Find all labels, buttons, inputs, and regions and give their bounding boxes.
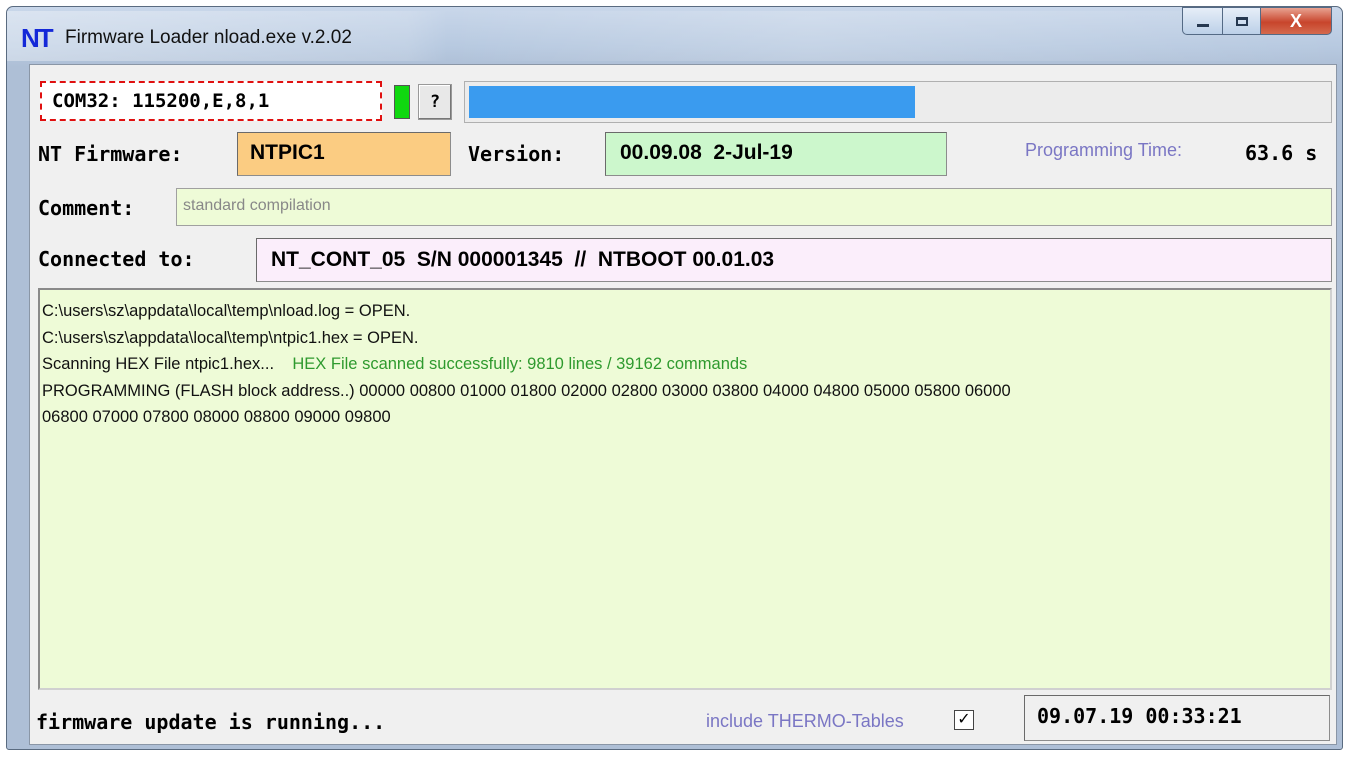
caption-buttons: X: [1182, 7, 1332, 35]
scan-success-text: HEX File scanned successfully: 9810 line…: [292, 355, 748, 373]
status-text: firmware update is running...: [36, 710, 386, 734]
programming-time-value: 63.6 s: [1245, 141, 1318, 165]
maximize-icon: [1235, 16, 1248, 26]
datetime-display: 09.07.19 00:33:21: [1024, 695, 1330, 741]
app-logo-icon: NT: [21, 23, 54, 53]
port-settings[interactable]: COM32: 115200,E,8,1: [40, 81, 382, 121]
client-area: COM32: 115200,E,8,1 ? NT Firmware: NTPIC…: [29, 64, 1337, 745]
progress-bar: [464, 81, 1332, 123]
log-line: Scanning HEX File ntpic1.hex... HEX File…: [42, 355, 748, 373]
connection-led-icon: [394, 85, 410, 119]
connected-to-label: Connected to:: [38, 247, 195, 271]
app-window: NT Firmware Loader nload.exe v.2.02 X CO…: [6, 6, 1343, 750]
log-line: C:\users\sz\appdata\local\temp\ntpic1.he…: [42, 328, 419, 347]
version-label: Version:: [468, 142, 565, 166]
firmware-field: NTPIC1: [237, 132, 451, 176]
minimize-button[interactable]: [1182, 7, 1222, 35]
log-line: 06800 07000 07800 08000 08800 09000 0980…: [42, 408, 391, 426]
minimize-icon: [1196, 23, 1209, 27]
firmware-label: NT Firmware:: [38, 142, 183, 166]
maximize-button[interactable]: [1222, 7, 1260, 35]
help-button[interactable]: ?: [418, 84, 452, 120]
close-icon: X: [1289, 10, 1302, 31]
version-field: 00.09.08 2-Jul-19: [605, 132, 947, 176]
close-button[interactable]: X: [1260, 7, 1332, 35]
window-title: Firmware Loader nload.exe v.2.02: [65, 27, 352, 48]
thermo-tables-label: include THERMO-Tables: [706, 711, 904, 731]
comment-label: Comment:: [38, 196, 135, 220]
programming-time-label: Programming Time:: [1025, 140, 1183, 160]
thermo-tables-checkbox[interactable]: ✓: [954, 710, 974, 730]
comment-field[interactable]: standard compilation: [176, 188, 1332, 226]
log-line: PROGRAMMING (FLASH block address..) 0000…: [42, 381, 1011, 400]
connected-device-field: NT_CONT_05 S/N 000001345 // NTBOOT 00.01…: [256, 238, 1332, 282]
progress-fill: [469, 86, 915, 118]
title-bar[interactable]: NT Firmware Loader nload.exe v.2.02 X: [7, 7, 1342, 61]
log-line: C:\users\sz\appdata\local\temp\nload.log…: [42, 302, 411, 320]
log-output[interactable]: C:\users\sz\appdata\local\temp\nload.log…: [38, 288, 1332, 690]
